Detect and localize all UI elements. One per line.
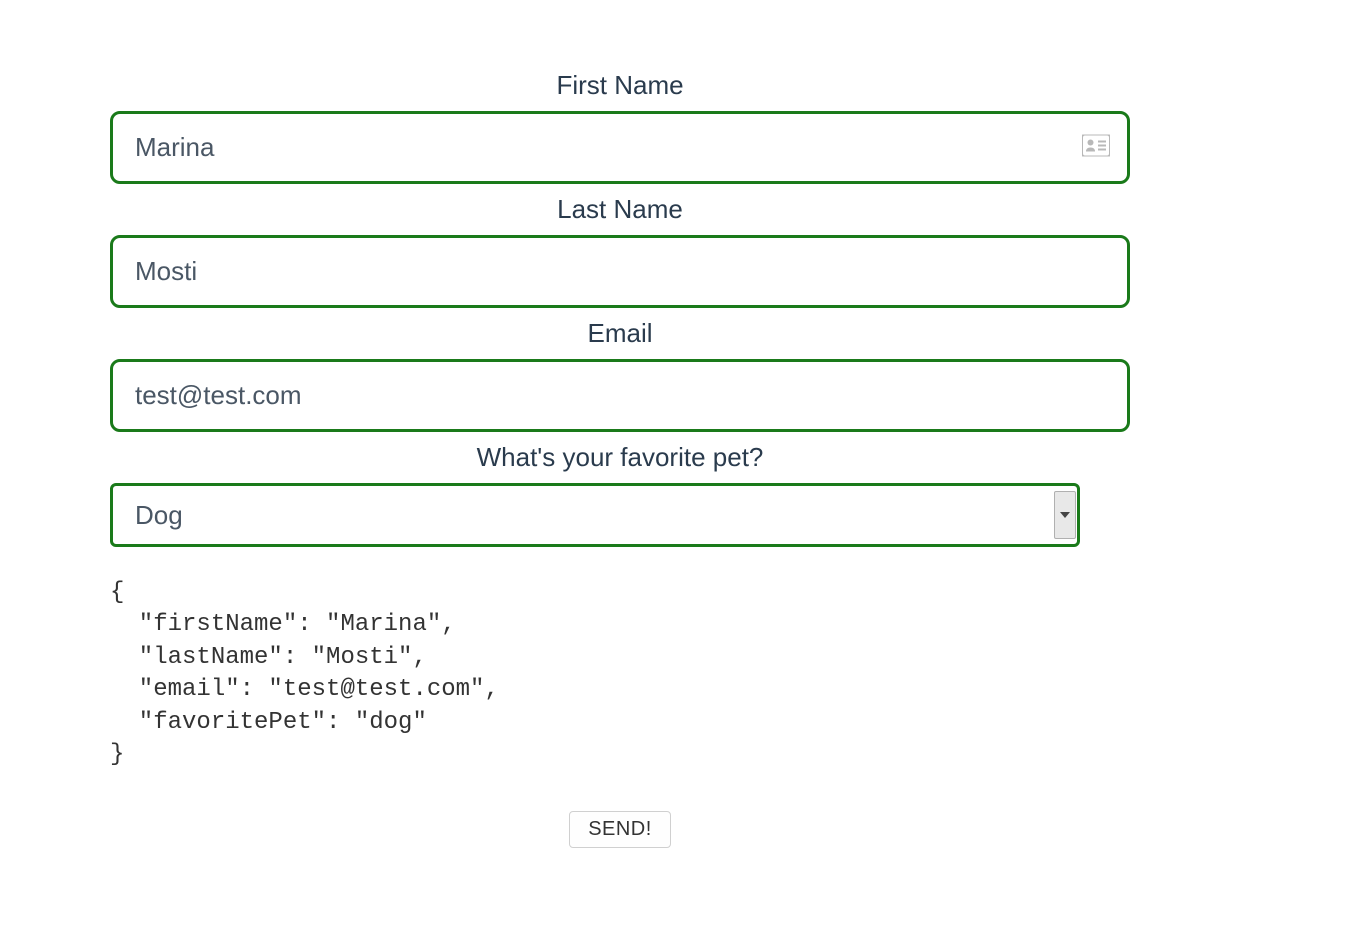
last-name-group: Last Name (110, 194, 1130, 308)
first-name-group: First Name (110, 70, 1130, 184)
last-name-input[interactable] (110, 235, 1130, 308)
email-input[interactable] (110, 359, 1130, 432)
button-row: SEND! (110, 811, 1130, 848)
favorite-pet-group: What's your favorite pet? Dog (110, 442, 1130, 547)
favorite-pet-select[interactable]: Dog (110, 483, 1080, 547)
email-group: Email (110, 318, 1130, 432)
favorite-pet-select-wrapper: Dog (110, 483, 1080, 547)
last-name-label: Last Name (110, 194, 1130, 225)
form-container: First Name Last Name Email (110, 70, 1130, 848)
send-button[interactable]: SEND! (569, 811, 671, 848)
email-input-wrapper (110, 359, 1130, 432)
first-name-label: First Name (110, 70, 1130, 101)
first-name-input-wrapper (110, 111, 1130, 184)
first-name-input[interactable] (110, 111, 1130, 184)
email-label: Email (110, 318, 1130, 349)
favorite-pet-label: What's your favorite pet? (110, 442, 1130, 473)
json-output: { "firstName": "Marina", "lastName": "Mo… (110, 577, 1130, 771)
last-name-input-wrapper (110, 235, 1130, 308)
